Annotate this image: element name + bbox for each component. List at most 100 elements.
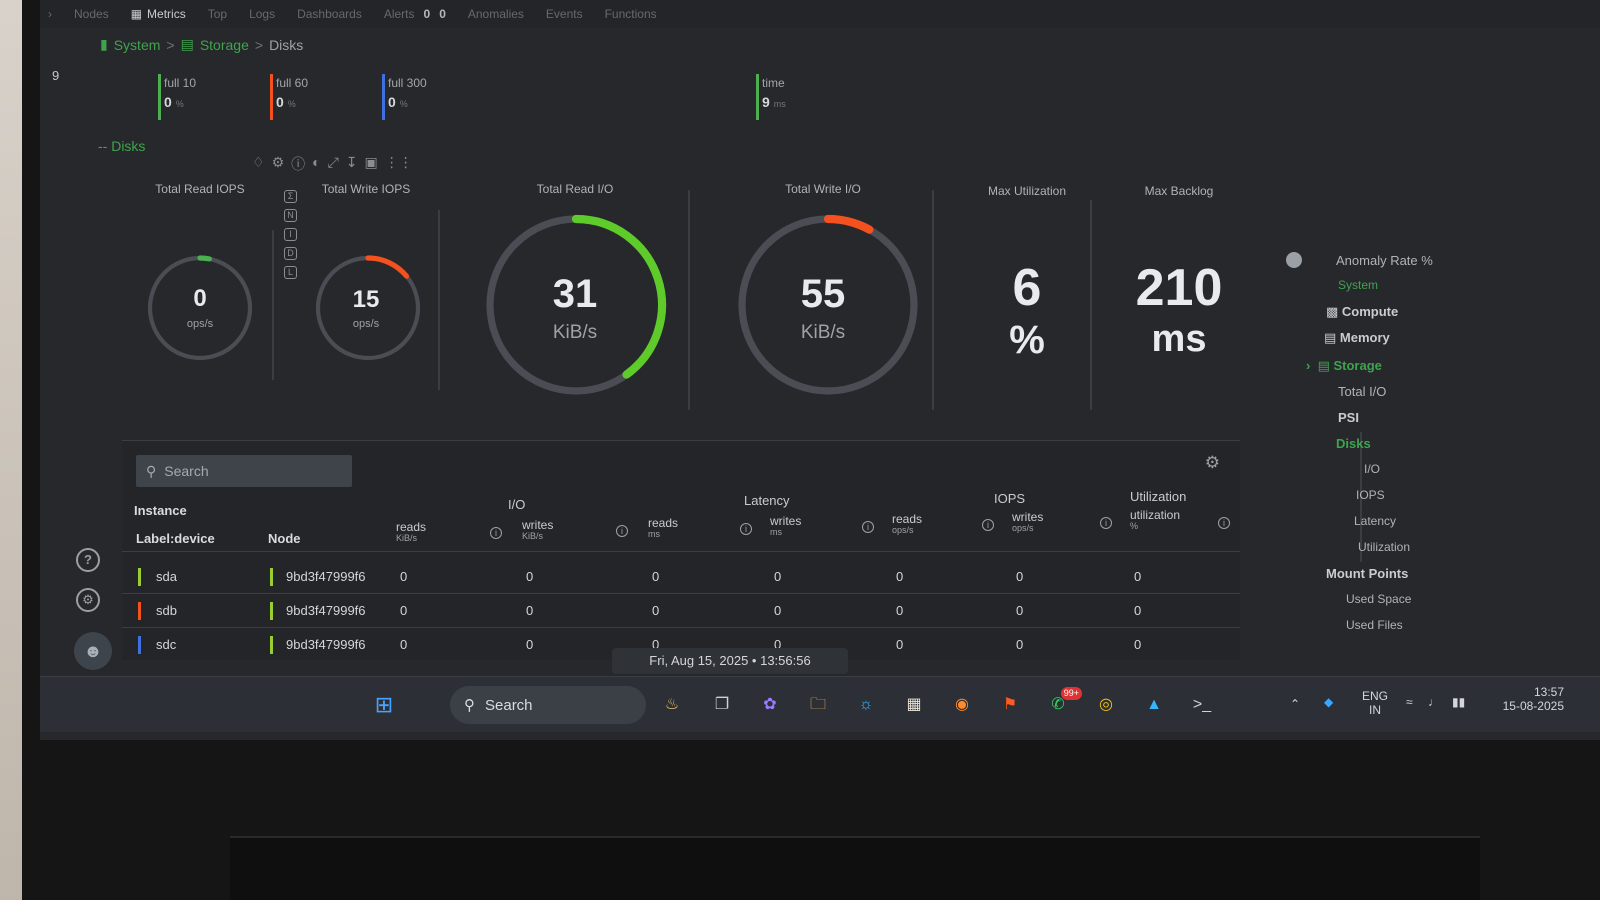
col-latency-writes[interactable]: writes ms (770, 515, 801, 537)
sidebar-disks-utilization[interactable]: Utilization (1358, 540, 1410, 554)
breadcrumb-disks[interactable]: Disks (269, 37, 303, 53)
alarm-bar (756, 74, 759, 120)
expand-icon[interactable]: ⤢ (328, 154, 339, 174)
sidebar-anomaly-rate[interactable]: Anomaly Rate % (1336, 253, 1433, 268)
widgets-icon[interactable]: ♨ (650, 691, 694, 719)
clock[interactable]: 13:57 15-08-2025 (1484, 685, 1564, 713)
gauge-total-read-io[interactable]: Total Read I/O 31 KiB/s (460, 182, 690, 418)
breadcrumb-system[interactable]: System (114, 37, 161, 53)
gauge-total-write-io[interactable]: Total Write I/O 55 KiB/s (708, 182, 938, 418)
info-icon[interactable]: i (862, 521, 874, 533)
max-utilization-panel[interactable]: Max Utilization 6 % (952, 184, 1102, 414)
panel-title: Max Utilization (987, 184, 1067, 198)
settings-icon[interactable]: ⚙ (1205, 453, 1220, 473)
alarm-full-60[interactable]: full 60 0% (270, 74, 380, 122)
col-latency-reads[interactable]: reads ms (648, 517, 678, 539)
info-icon[interactable]: ⓘ (291, 154, 305, 174)
sidebar-disks-latency[interactable]: Latency (1354, 514, 1396, 528)
firefox-icon[interactable]: ◉ (948, 691, 976, 719)
spinner-icon[interactable]: ◐ (312, 154, 320, 174)
col-io-writes[interactable]: writes KiB/s (522, 519, 553, 541)
cell-io-writes: 0 (526, 637, 534, 652)
brave-icon[interactable]: ⚑ (996, 691, 1024, 719)
col-utilization[interactable]: utilization% (1130, 509, 1180, 531)
filter-icon[interactable]: ⚙ (272, 154, 285, 174)
max-backlog-panel[interactable]: Max Backlog 210 ms (1104, 184, 1254, 414)
chevron-right-icon[interactable]: › (48, 7, 52, 21)
sidebar-compute[interactable]: ▩ Compute (1326, 304, 1398, 320)
copilot-icon[interactable]: ✿ (756, 691, 784, 719)
alarm-bar (270, 74, 273, 120)
info-icon[interactable]: i (1218, 517, 1230, 529)
docker-icon[interactable]: ▲ (1140, 691, 1168, 719)
tab-nodes[interactable]: Nodes (74, 7, 109, 21)
tab-metrics[interactable]: ▦ Metrics (131, 7, 186, 21)
gauge-total-write-iops[interactable]: Total Write IOPS 15 ops/s (296, 182, 436, 412)
task-view-icon[interactable]: ❐ (708, 691, 736, 719)
sidebar-memory[interactable]: ▤ Memory (1324, 330, 1390, 346)
edge-icon[interactable]: ☼ (852, 691, 880, 719)
col-iops-reads[interactable]: reads ops/s (892, 513, 922, 535)
defender-icon[interactable]: ◆ (1324, 695, 1333, 709)
sidebar-psi[interactable]: PSI (1338, 410, 1359, 425)
col-node[interactable]: Node (268, 531, 301, 546)
terminal-icon[interactable]: >_ (1188, 691, 1216, 719)
cell-utilization: 0 (1134, 603, 1142, 618)
tab-events[interactable]: Events (546, 7, 583, 21)
table-row[interactable]: sdb 9bd3f47999f6 0 0 0 0 0 0 0 (122, 593, 1240, 627)
cell-iops-writes: 0 (1016, 569, 1024, 584)
table-row[interactable]: sda 9bd3f47999f6 0 0 0 0 0 0 0 (122, 559, 1240, 593)
save-icon[interactable]: ▣ (365, 154, 378, 174)
search-input[interactable]: ⚲ Search (136, 455, 352, 487)
tab-functions[interactable]: Functions (605, 7, 657, 21)
sidebar-disks[interactable]: Disks (1336, 436, 1371, 451)
tab-logs[interactable]: Logs (249, 7, 275, 21)
wifi-icon[interactable]: ≈ (1406, 695, 1413, 709)
store-icon[interactable]: ▦ (900, 691, 928, 719)
sidebar-storage[interactable]: › ▤ Storage (1306, 358, 1382, 374)
sidebar-used-files[interactable]: Used Files (1346, 618, 1403, 632)
alarm-full-10[interactable]: full 10 0% (158, 74, 268, 122)
windows-icon[interactable]: ⊞ (370, 691, 398, 719)
info-icon[interactable]: i (1100, 517, 1112, 529)
sidebar-total-io[interactable]: Total I/O (1338, 384, 1386, 399)
language-indicator[interactable]: ENG IN (1362, 689, 1388, 717)
alarm-bar (382, 74, 385, 120)
tab-top[interactable]: Top (208, 7, 227, 21)
sidebar-disks-io[interactable]: I/O (1364, 462, 1380, 476)
col-io-reads[interactable]: reads KiB/s (396, 521, 426, 543)
col-label-device[interactable]: Label:device (136, 531, 215, 546)
whatsapp-icon[interactable]: ✆ 99+ (1044, 687, 1082, 719)
battery-icon[interactable]: ▮▮ (1452, 695, 1465, 709)
section-title[interactable]: -- Disks (98, 138, 145, 154)
chart-toolbar: ♢ ⚙ ⓘ ◐ ⤢ ↧ ▣ ⋮⋮ (252, 154, 413, 174)
sidebar-used-space[interactable]: Used Space (1346, 592, 1411, 606)
breadcrumb-storage[interactable]: Storage (200, 37, 249, 53)
tab-alerts[interactable]: Alerts 0 0 (384, 7, 446, 21)
user-icon[interactable]: ☻ (74, 632, 112, 670)
sidebar-disks-iops[interactable]: IOPS (1356, 488, 1385, 502)
help-icon[interactable]: ? (76, 548, 100, 572)
anomaly-toggle[interactable] (1286, 252, 1302, 268)
grip-icon[interactable]: ⋮⋮ (385, 154, 413, 174)
info-icon[interactable]: i (740, 523, 752, 535)
alarm-time[interactable]: time 9 ms (756, 74, 866, 122)
download-icon[interactable]: ↧ (346, 154, 358, 174)
bell-icon[interactable]: ♢ (252, 154, 265, 174)
col-iops-writes[interactable]: writes ops/s (1012, 511, 1043, 533)
tab-dashboards[interactable]: Dashboards (297, 7, 362, 21)
tab-anomalies[interactable]: Anomalies (468, 7, 524, 21)
volume-icon[interactable]: ♩ (1428, 695, 1440, 709)
info-icon[interactable]: i (982, 519, 994, 531)
taskbar-search[interactable]: ⚲ Search (450, 686, 646, 724)
info-icon[interactable]: i (490, 527, 502, 539)
settings-icon[interactable]: ⚙ (76, 588, 100, 612)
alarm-full-300[interactable]: full 300 0% (382, 74, 492, 122)
sidebar-system[interactable]: System (1338, 278, 1378, 292)
info-icon[interactable]: i (616, 525, 628, 537)
file-explorer-icon[interactable]: 🗀 (804, 691, 832, 719)
chevron-up-icon[interactable]: ⌃ (1290, 697, 1300, 711)
sidebar-mount-points[interactable]: Mount Points (1326, 566, 1408, 581)
gauge-total-read-iops[interactable]: Total Read IOPS 0 ops/s (130, 182, 270, 412)
chrome-icon[interactable]: ◎ (1092, 691, 1120, 719)
